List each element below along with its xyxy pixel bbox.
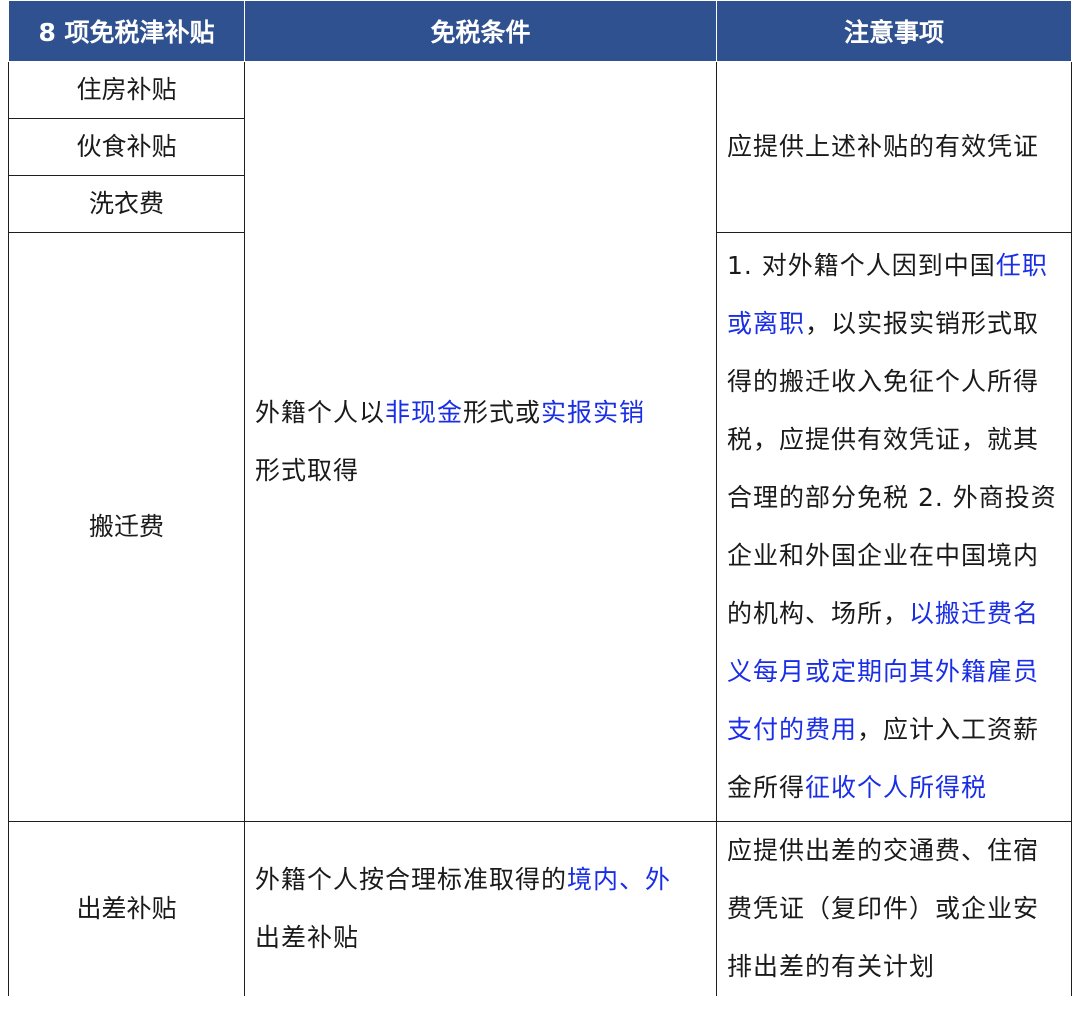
header-row: 8 项免税津补贴 免税条件 注意事项 <box>8 0 1072 62</box>
note-highlight-levy-tax: 征收个人所得税 <box>805 773 988 802</box>
condition-highlight-non-cash: 非现金 <box>385 397 464 427</box>
note-text: ，以实报实销形式取得的搬迁收入免征个人所得税，应提供有效凭证，就其合理的部分免税… <box>727 309 1057 628</box>
row-relocation-fee: 搬迁费 <box>8 232 245 822</box>
condition-text: 外籍个人按合理标准取得的 <box>255 865 568 894</box>
tax-exempt-allowance-table: 8 项免税津补贴 免税条件 注意事项 住房补贴 外籍个人以非现金形式或实报实销形… <box>8 0 1072 996</box>
condition-text: 出差补贴 <box>255 923 360 952</box>
table-row: 住房补贴 外籍个人以非现金形式或实报实销形式取得 应提供上述补贴的有效凭证 <box>8 61 1072 822</box>
condition-main-cell: 外籍个人以非现金形式或实报实销形式取得 <box>244 61 717 822</box>
condition-travel-cell: 外籍个人按合理标准取得的境内、外出差补贴 <box>244 821 717 996</box>
condition-text: 外籍个人以 <box>255 397 386 427</box>
header-allowance-type: 8 项免税津补贴 <box>8 0 245 62</box>
row-housing-allowance: 住房补贴 <box>8 61 245 119</box>
note-text: 1. 对外籍个人因到中国 <box>727 251 996 280</box>
condition-highlight-domestic-foreign: 境内、外 <box>567 865 672 894</box>
row-travel-allowance: 出差补贴 <box>8 821 245 996</box>
condition-highlight-actual-reimbursement: 实报实销 <box>541 397 646 427</box>
table-row: 出差补贴 外籍个人按合理标准取得的境内、外 出差补贴 应提供出差的交通费、住宿费凭… <box>8 821 1072 996</box>
condition-text: 形式取得 <box>255 455 360 485</box>
note-travel-cell: 应提供出差的交通费、住宿费凭证（复印件）或企业安排出差的有关计划 <box>716 821 1072 996</box>
row-meal-allowance: 伙食补贴 <box>8 118 245 176</box>
header-exemption-condition: 免税条件 <box>244 0 717 62</box>
row-laundry-fee: 洗衣费 <box>8 175 245 233</box>
note-relocation-cell: 1. 对外籍个人因到中国任职或离职，以实报实销形式取得的搬迁收入免征个人所得税，… <box>716 232 1072 822</box>
header-notes: 注意事项 <box>716 0 1072 62</box>
note-voucher-cell: 应提供上述补贴的有效凭证 <box>716 61 1072 233</box>
condition-text: 形式或 <box>463 397 542 427</box>
